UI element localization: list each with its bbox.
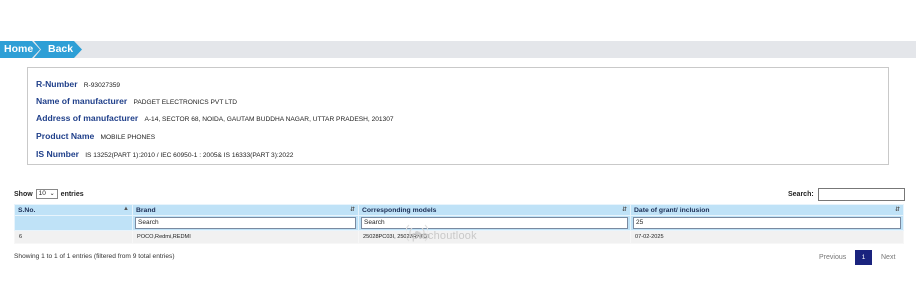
product-value: MOBILE PHONES [100,134,156,141]
models-filter-input[interactable]: Search [361,217,628,229]
previous-button[interactable]: Previous [819,254,846,261]
header-sno-label: S.No. [18,206,36,214]
brand-filter-input[interactable]: Search [135,217,356,229]
entries-select-value: 10 [38,190,46,197]
breadcrumb-bar [0,41,916,58]
table-header-row: S.No. ▲ Brand ⇵ Corresponding models ⇵ Date… [14,204,904,216]
address-value: A-14, SECTOR 68, NOIDA, GAUTAM BUDDHA NA… [144,116,394,123]
manufacturer-label: Name of manufacturer [36,96,128,106]
sort-icon: ⇵ [894,207,900,213]
cell-sno: 6 [14,230,133,244]
chevron-down-icon: ⌄ [49,191,55,197]
filter-cell-brand: Search [132,215,359,231]
r-number-value: R-93027359 [83,82,121,89]
home-link[interactable]: Home [0,41,40,58]
header-sno[interactable]: S.No. ▲ [14,204,133,216]
product-row: Product Name MOBILE PHONES [36,131,155,141]
search-input[interactable] [817,188,905,201]
entries-label: entries [60,190,84,198]
filter-row: Search Search 25 [14,215,904,231]
cell-date: 07-02-2025 [630,230,904,244]
is-number-value: IS 13252(PART 1):2010 / IEC 60950-1 : 20… [85,152,294,159]
header-models[interactable]: Corresponding models ⇵ [358,204,631,216]
header-date[interactable]: Date of grant/ inclusion ⇵ [630,204,904,216]
entries-select[interactable]: 10 ⌄ [35,189,58,199]
sort-asc-icon: ▲ [123,206,129,212]
sort-icon: ⇵ [621,207,627,213]
header-brand-label: Brand [136,206,156,214]
table-search: Search: [788,188,905,201]
is-number-label: IS Number [36,149,79,159]
header-date-label: Date of grant/ inclusion [634,206,710,214]
next-button[interactable]: Next [881,254,895,261]
header-models-label: Corresponding models [362,206,437,214]
manufacturer-value: PADGET ELECTRONICS PVT LTD [133,99,238,106]
is-number-row: IS Number IS 13252(PART 1):2010 / IEC 60… [36,149,293,159]
details-panel: R-Number R-93027359 Name of manufacturer… [27,67,889,165]
sort-icon: ⇵ [349,207,355,213]
address-label: Address of manufacturer [36,113,139,123]
manufacturer-row: Name of manufacturer PADGET ELECTRONICS … [36,96,237,106]
filter-cell-models: Search [358,215,631,231]
search-label: Search: [788,191,814,198]
date-filter-input[interactable]: 25 [633,217,901,229]
address-row: Address of manufacturer A-14, SECTOR 68,… [36,113,394,123]
cell-brand: POCO,Redmi,REDMI [132,230,359,244]
show-label: Show [14,190,33,198]
watermark: ptechoutlook [412,230,477,242]
r-number-row: R-Number R-93027359 [36,79,120,89]
table-info: Showing 1 to 1 of 1 entries (filtered fr… [14,253,175,260]
header-brand[interactable]: Brand ⇵ [132,204,359,216]
page-length-control: Show 10 ⌄ entries [14,189,84,199]
r-number-label: R-Number [36,79,78,89]
product-label: Product Name [36,131,95,141]
back-link[interactable]: Back [34,41,82,58]
filter-cell-sno [14,215,133,231]
filter-cell-date: 25 [630,215,904,231]
page-1-button[interactable]: 1 [855,250,872,265]
cell-models: 25028PC03I, 25028RN03I [358,230,631,244]
